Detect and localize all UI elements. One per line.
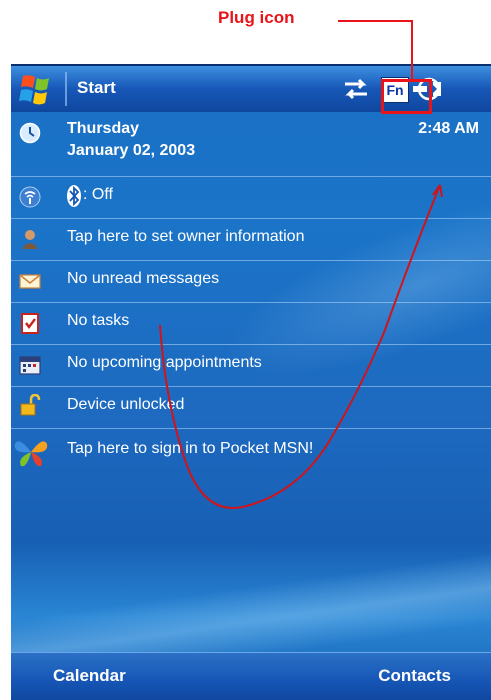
wireless-icon	[19, 186, 41, 208]
bluetooth-row[interactable]: : Off	[11, 176, 491, 219]
start-menu-icon[interactable]	[17, 72, 59, 108]
annotation-label: Plug icon	[218, 8, 295, 27]
msn-signin-label: Tap here to sign in to Pocket MSN!	[67, 440, 314, 457]
owner-info-label: Tap here to set owner information	[67, 228, 305, 245]
envelope-icon	[19, 274, 41, 289]
owner-row[interactable]: Tap here to set owner information	[11, 218, 491, 261]
start-title[interactable]: Start	[77, 78, 116, 98]
appointments-row[interactable]: No upcoming appointments	[11, 344, 491, 387]
contacts-softkey[interactable]: Contacts	[378, 666, 451, 686]
clock-icon	[19, 122, 41, 144]
calendar-icon	[19, 356, 41, 375]
date-row[interactable]: Thursday January 02, 2003 2:48 AM	[11, 110, 491, 177]
connectivity-arrows-icon[interactable]	[341, 76, 371, 102]
messages-row[interactable]: No unread messages	[11, 260, 491, 303]
device-screen: Start Fn Thursday January 02, 2003 2:48 …	[11, 64, 491, 700]
time-label: 2:48 AM	[418, 120, 479, 137]
owner-icon	[22, 230, 38, 249]
title-separator	[65, 72, 67, 106]
tasks-label: No tasks	[67, 312, 130, 329]
bluetooth-status: : Off	[83, 186, 113, 203]
day-label: Thursday	[67, 120, 140, 137]
bluetooth-icon	[67, 185, 81, 207]
device-lock-label: Device unlocked	[67, 396, 185, 413]
tasks-icon	[21, 313, 39, 334]
softkey-bar: Calendar Contacts	[11, 652, 491, 700]
calendar-softkey[interactable]: Calendar	[53, 666, 126, 686]
appointments-label: No upcoming appointments	[67, 354, 262, 371]
msn-row[interactable]: Tap here to sign in to Pocket MSN!	[11, 428, 491, 474]
padlock-icon	[20, 394, 41, 416]
msn-butterfly-icon	[14, 441, 48, 467]
plug-icon-highlight-box	[381, 79, 432, 114]
messages-label: No unread messages	[67, 270, 220, 287]
tasks-row[interactable]: No tasks	[11, 302, 491, 345]
date-label: January 02, 2003	[67, 142, 196, 159]
lock-row[interactable]: Device unlocked	[11, 386, 491, 429]
